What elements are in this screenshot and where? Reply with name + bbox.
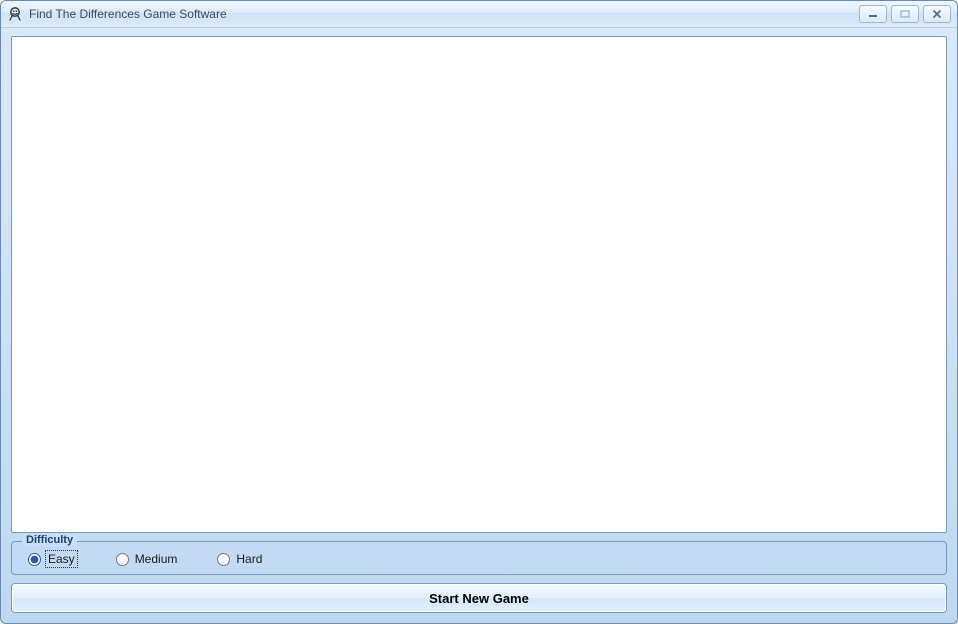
window-title: Find The Differences Game Software bbox=[29, 7, 227, 21]
game-canvas bbox=[11, 36, 947, 533]
difficulty-radio-hard-input[interactable] bbox=[217, 553, 230, 566]
difficulty-groupbox: Difficulty Easy Medium Hard bbox=[11, 541, 947, 575]
difficulty-radio-medium-input[interactable] bbox=[116, 553, 129, 566]
difficulty-radio-hard-label: Hard bbox=[236, 552, 262, 566]
app-icon bbox=[7, 6, 23, 22]
difficulty-legend: Difficulty bbox=[22, 534, 77, 546]
maximize-icon bbox=[900, 10, 910, 18]
difficulty-radio-medium[interactable]: Medium bbox=[116, 552, 178, 566]
client-area: Difficulty Easy Medium Hard Start New Ga… bbox=[1, 28, 957, 623]
maximize-button[interactable] bbox=[891, 5, 919, 23]
window-controls bbox=[859, 5, 953, 23]
start-new-game-label: Start New Game bbox=[429, 591, 529, 606]
difficulty-radio-group: Easy Medium Hard bbox=[24, 552, 934, 566]
difficulty-radio-hard[interactable]: Hard bbox=[217, 552, 262, 566]
start-new-game-button[interactable]: Start New Game bbox=[11, 583, 947, 613]
titlebar: Find The Differences Game Software bbox=[1, 1, 957, 28]
minimize-button[interactable] bbox=[859, 5, 887, 23]
difficulty-radio-easy-input[interactable] bbox=[28, 553, 41, 566]
minimize-icon bbox=[868, 10, 878, 18]
close-icon bbox=[932, 10, 942, 18]
difficulty-radio-easy[interactable]: Easy bbox=[28, 552, 76, 566]
difficulty-radio-easy-label: Easy bbox=[47, 552, 76, 566]
close-button[interactable] bbox=[923, 5, 951, 23]
app-window: Find The Differences Game Software bbox=[0, 0, 958, 624]
difficulty-radio-medium-label: Medium bbox=[135, 552, 178, 566]
